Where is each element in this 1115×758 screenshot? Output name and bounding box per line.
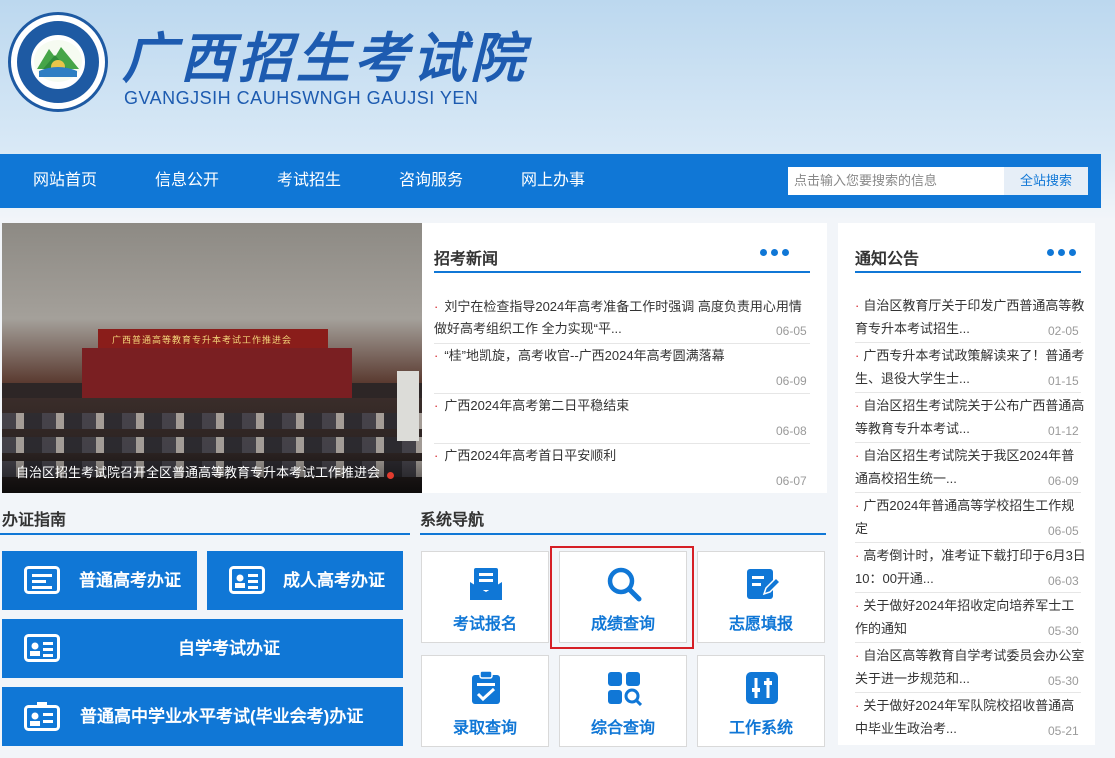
nav-item-online[interactable]: 网上办事	[521, 154, 585, 208]
site-header: 广西招生考试院 GVANGJSIH CAUHSWNGH GAUJSI YEN	[0, 0, 1115, 150]
notice-date-5: 06-05	[1048, 524, 1079, 538]
tile-work-system[interactable]: 工作系统	[697, 655, 825, 747]
score-query-highlight	[550, 546, 694, 649]
grid-search-icon	[608, 672, 642, 706]
carousel-dot[interactable]	[387, 472, 394, 479]
tile-work-system-label: 工作系统	[728, 720, 793, 737]
search-button[interactable]: 全站搜索	[1004, 167, 1088, 195]
nav-item-home[interactable]: 网站首页	[33, 154, 97, 208]
guide-gaokao-button[interactable]: 普通高考办证	[2, 551, 197, 610]
notice-date-2: 01-15	[1048, 374, 1079, 388]
guide-section-title: 办证指南	[2, 512, 67, 529]
news-date-3: 06-08	[776, 424, 807, 438]
id-card-icon	[24, 702, 60, 731]
guide-gaokao-label: 普通高考办证	[79, 571, 181, 590]
tile-admission-query-label: 录取查询	[452, 720, 517, 737]
banner-caption[interactable]: 自治区招生考试院召开全区普通高等教育专升本考试工作推进会	[2, 453, 422, 493]
notice-panel-header: 通知公告	[855, 223, 1081, 273]
tile-admission-query[interactable]: 录取查询	[421, 655, 549, 747]
notice-panel-title: 通知公告	[855, 251, 920, 268]
nav-item-info[interactable]: 信息公开	[155, 154, 219, 208]
edit-form-icon	[747, 569, 780, 599]
sliders-icon	[746, 672, 778, 704]
news-date-2: 06-09	[776, 374, 807, 388]
site-subtitle: GVANGJSIH CAUHSWNGH GAUJSI YEN	[124, 88, 479, 108]
guide-selfstudy-button[interactable]: 自学考试办证	[2, 619, 403, 678]
guide-adult-button[interactable]: 成人高考办证	[207, 551, 403, 610]
guide-xueye-label: 普通高中学业水平考试(毕业会考)办证	[80, 707, 364, 726]
main-nav: 网站首页 信息公开 考试招生 咨询服务 网上办事 点击输入您要搜索的信息 全站搜…	[0, 154, 1101, 208]
id-card-icon	[24, 566, 60, 594]
notice-more-icon[interactable]	[1047, 249, 1077, 259]
tile-exam-signup[interactable]: 考试报名	[421, 551, 549, 643]
notice-date-3: 01-12	[1048, 424, 1079, 438]
news-banner[interactable]: 广西普通高等教育专升本考试工作推进会 自治区招生考试院召开全区普通高等教育专升本…	[2, 223, 422, 493]
notice-date-8: 05-30	[1048, 674, 1079, 688]
nav-item-consult[interactable]: 咨询服务	[399, 154, 463, 208]
notice-date-9: 05-21	[1048, 724, 1079, 738]
tile-comprehensive-query-label: 综合查询	[590, 720, 655, 737]
system-nav-title: 系统导航	[420, 512, 485, 529]
news-panel-title: 招考新闻	[434, 251, 499, 268]
news-date-4: 06-07	[776, 474, 807, 488]
site-title: 广西招生考试院	[122, 26, 528, 90]
guide-xueye-button[interactable]: 普通高中学业水平考试(毕业会考)办证	[2, 687, 403, 746]
nav-item-exam[interactable]: 考试招生	[277, 154, 341, 208]
guide-selfstudy-label: 自学考试办证	[178, 639, 280, 658]
id-card-icon	[24, 634, 60, 662]
notice-date-7: 05-30	[1048, 624, 1079, 638]
clipboard-check-icon	[472, 670, 500, 704]
notice-date-1: 02-05	[1048, 324, 1079, 338]
news-item-2[interactable]: · “桂”地凯旋，高考收官--广西2024年高考圆满落幕	[434, 345, 810, 367]
exam-signup-icon	[470, 568, 502, 600]
news-panel-header: 招考新闻	[434, 223, 810, 273]
search-input[interactable]: 点击输入您要搜索的信息	[788, 167, 1004, 195]
news-more-icon[interactable]	[760, 249, 790, 259]
guide-adult-label: 成人高考办证	[283, 571, 385, 590]
site-logo-seal[interactable]	[8, 12, 108, 112]
tile-application-label: 志愿填报	[728, 616, 793, 633]
notice-date-4: 06-09	[1048, 474, 1079, 488]
news-date-1: 06-05	[776, 324, 807, 338]
news-item-3[interactable]: · 广西2024年高考第二日平稳结束	[434, 395, 810, 417]
id-card-icon	[229, 566, 265, 594]
mountain-logo-icon	[34, 40, 82, 82]
tile-application[interactable]: 志愿填报	[697, 551, 825, 643]
tile-exam-signup-label: 考试报名	[452, 616, 517, 633]
news-item-4[interactable]: · 广西2024年高考首日平安顺利	[434, 445, 810, 467]
tile-comprehensive-query[interactable]: 综合查询	[559, 655, 687, 747]
notice-date-6: 06-03	[1048, 574, 1079, 588]
banner-screen-text: 广西普通高等教育专升本考试工作推进会	[112, 336, 293, 346]
news-item-1[interactable]: · 刘宁在检查指导2024年高考准备工作时强调 高度负责用心用情做好高考组织工作 …	[434, 296, 810, 340]
